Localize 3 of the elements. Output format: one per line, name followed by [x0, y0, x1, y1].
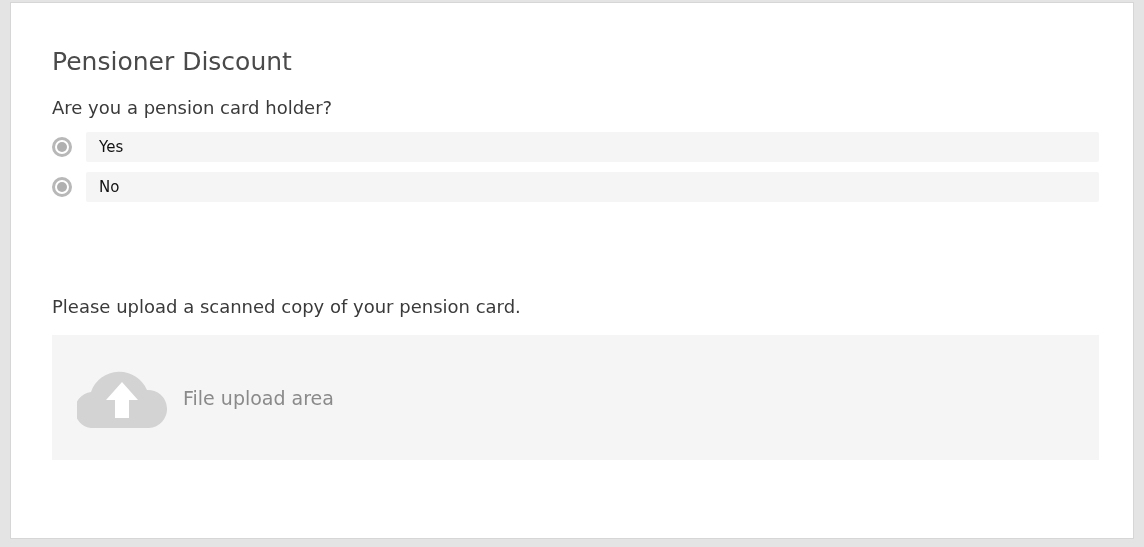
question-text: Are you a pension card holder? — [52, 97, 334, 118]
section-title: Pensioner Discount — [52, 47, 293, 76]
upload-prompt: Please upload a scanned copy of your pension card. — [52, 296, 522, 317]
